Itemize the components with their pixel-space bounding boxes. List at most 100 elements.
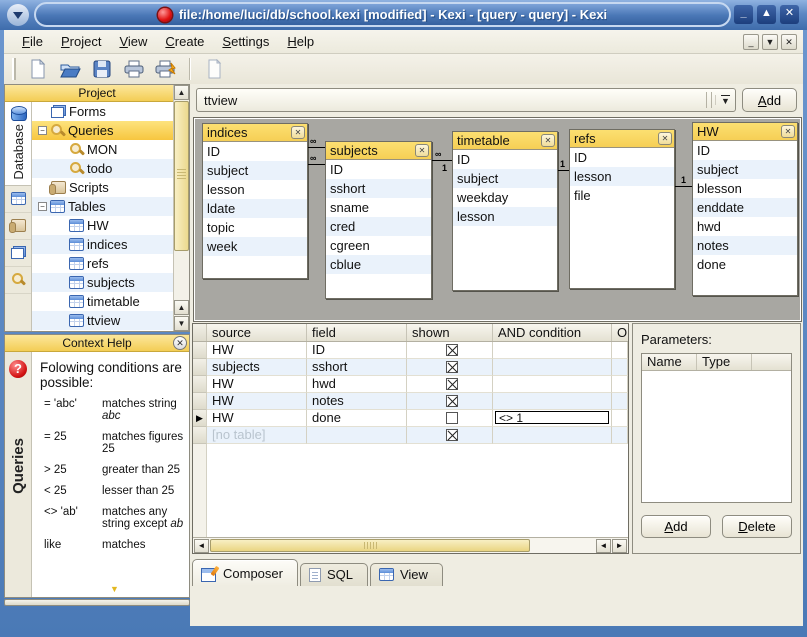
table-box-hw[interactable]: HW ✕ ID subject blesson enddate hwd note… — [692, 122, 798, 296]
add-object-button[interactable]: Add — [742, 88, 797, 112]
minimize-button[interactable]: _ — [734, 5, 753, 24]
shown-checkbox[interactable] — [446, 378, 458, 390]
grid-row-current[interactable]: ▶ HW done <> 1 — [193, 410, 628, 427]
field-item[interactable]: ID — [203, 142, 307, 161]
tree-item-forms[interactable]: Forms — [32, 102, 173, 121]
shown-checkbox[interactable] — [446, 429, 458, 441]
print-button[interactable] — [120, 56, 148, 82]
column-header-source[interactable]: source — [207, 324, 307, 341]
row-selector[interactable] — [193, 342, 207, 359]
current-row-marker-icon[interactable]: ▶ — [193, 410, 207, 427]
field-item[interactable]: done — [693, 255, 797, 274]
field-item[interactable]: ldate — [203, 199, 307, 218]
shown-checkbox[interactable] — [446, 361, 458, 373]
field-item[interactable]: week — [203, 237, 307, 256]
column-header-and-condition[interactable]: AND condition — [493, 324, 612, 341]
shown-checkbox[interactable] — [446, 344, 458, 356]
tab-view[interactable]: View — [370, 563, 443, 586]
context-help-close-icon[interactable]: ✕ — [173, 336, 187, 350]
field-item[interactable]: weekday — [453, 188, 557, 207]
scroll-down-indicator-icon[interactable]: ▼ — [110, 584, 119, 594]
scrollbar-thumb[interactable] — [210, 539, 530, 552]
sidebar-tab-queries[interactable] — [5, 267, 31, 294]
new-object-button[interactable] — [200, 56, 228, 82]
scroll-right-icon[interactable]: ► — [612, 539, 627, 553]
dock-splitter-handle[interactable] — [4, 599, 190, 606]
relations-canvas[interactable]: indices ✕ ID subject lesson ldate topic … — [193, 117, 802, 322]
close-icon[interactable]: ✕ — [291, 126, 305, 139]
close-icon[interactable]: ✕ — [781, 125, 795, 138]
parameter-delete-button[interactable]: Delete — [722, 515, 792, 538]
print-preview-button[interactable] — [152, 56, 180, 82]
sidebar-tab-forms[interactable] — [5, 240, 31, 267]
scrollbar-thumb[interactable] — [174, 101, 189, 251]
menu-help[interactable]: Help — [279, 32, 322, 51]
mdi-close-button[interactable]: ✕ — [781, 34, 797, 50]
field-item[interactable]: subject — [693, 160, 797, 179]
row-selector[interactable] — [193, 427, 207, 444]
grid-row[interactable]: HW notes — [193, 393, 628, 410]
parameters-table[interactable]: Name Type — [641, 353, 792, 503]
tree-item-indices[interactable]: indices — [32, 235, 173, 254]
menu-create[interactable]: Create — [157, 32, 212, 51]
field-item[interactable]: ID — [570, 148, 674, 167]
grid-horizontal-scrollbar[interactable]: ◄ ◄ ► — [193, 537, 628, 553]
tree-item-hw[interactable]: HW — [32, 216, 173, 235]
scroll-down-icon[interactable]: ▼ — [174, 316, 189, 331]
project-tree-scrollbar[interactable]: ▲ ▲ ▼ — [173, 85, 189, 331]
field-item[interactable]: lesson — [203, 180, 307, 199]
relation-connector[interactable] — [308, 147, 325, 148]
field-item[interactable]: file — [570, 186, 674, 205]
table-box-header[interactable]: HW ✕ — [693, 123, 797, 141]
table-box-timetable[interactable]: timetable ✕ ID subject weekday lesson — [452, 131, 558, 291]
relation-connector[interactable] — [675, 186, 692, 187]
table-box-indices[interactable]: indices ✕ ID subject lesson ldate topic … — [202, 123, 308, 279]
tab-composer[interactable]: Composer — [192, 559, 298, 586]
field-item[interactable]: cred — [326, 217, 431, 236]
table-box-header[interactable]: timetable ✕ — [453, 132, 557, 150]
object-name-combobox[interactable]: ttview ▼ — [196, 88, 736, 112]
tree-item-ttview[interactable]: ttview — [32, 311, 173, 330]
mdi-minimize-button[interactable]: _ — [743, 34, 759, 50]
condition-editor-input[interactable]: <> 1 — [495, 411, 609, 424]
table-box-header[interactable]: subjects ✕ — [326, 142, 431, 160]
tree-item-scripts[interactable]: Scripts — [32, 178, 173, 197]
sidebar-tab-database[interactable]: Database — [5, 102, 31, 186]
table-box-subjects[interactable]: subjects ✕ ID sshort sname cred cgreen c… — [325, 141, 432, 299]
tree-item-todo[interactable]: todo — [32, 159, 173, 178]
field-item[interactable]: ID — [326, 160, 431, 179]
tree-item-tables[interactable]: −Tables — [32, 197, 173, 216]
project-panel-header[interactable]: Project ✕ — [5, 85, 189, 102]
field-item[interactable]: lesson — [453, 207, 557, 226]
scroll-left-icon[interactable]: ◄ — [194, 539, 209, 553]
field-item[interactable]: cblue — [326, 255, 431, 274]
tab-sql[interactable]: SQL — [300, 563, 368, 586]
context-help-header[interactable]: Context Help ✕ — [5, 335, 189, 352]
scroll-up-icon[interactable]: ▲ — [174, 300, 189, 315]
table-box-header[interactable]: refs ✕ — [570, 130, 674, 148]
field-item[interactable]: sshort — [326, 179, 431, 198]
window-menu-button[interactable] — [7, 4, 29, 26]
tree-item-refs[interactable]: refs — [32, 254, 173, 273]
grid-row[interactable]: HW ID — [193, 342, 628, 359]
column-header-shown[interactable]: shown — [407, 324, 493, 341]
save-button[interactable] — [88, 56, 116, 82]
field-item[interactable]: blesson — [693, 179, 797, 198]
close-icon[interactable]: ✕ — [541, 134, 555, 147]
parameter-add-button[interactable]: Add — [641, 515, 711, 538]
scroll-up-icon[interactable]: ▲ — [174, 85, 189, 100]
close-button[interactable]: ✕ — [780, 5, 799, 24]
field-item[interactable]: subject — [203, 161, 307, 180]
table-box-header[interactable]: indices ✕ — [203, 124, 307, 142]
sidebar-tab-tables[interactable] — [5, 186, 31, 213]
table-box-refs[interactable]: refs ✕ ID lesson file — [569, 129, 675, 289]
grid-row[interactable]: subjects sshort — [193, 359, 628, 376]
collapse-icon[interactable]: − — [38, 202, 47, 211]
tree-item-queries[interactable]: −Queries — [32, 121, 173, 140]
menu-project[interactable]: Project — [53, 32, 109, 51]
relation-connector[interactable] — [558, 170, 569, 171]
column-header-or[interactable]: OR — [612, 324, 628, 341]
field-item[interactable]: lesson — [570, 167, 674, 186]
field-item[interactable]: ID — [693, 141, 797, 160]
field-item[interactable]: ID — [453, 150, 557, 169]
